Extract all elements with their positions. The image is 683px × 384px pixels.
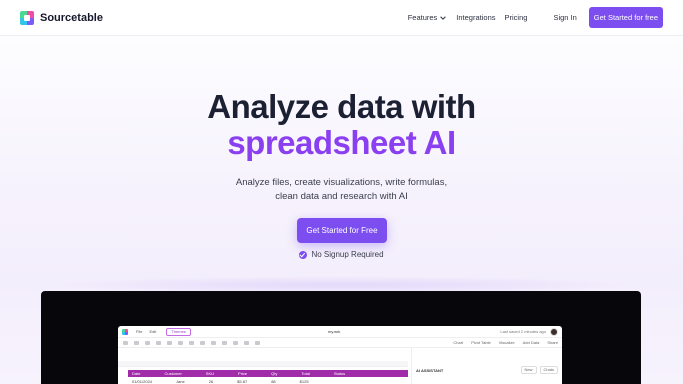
nav-links: Features Integrations Pricing Sign In Ge… bbox=[399, 7, 663, 28]
themes-button[interactable]: Themes bbox=[166, 327, 191, 336]
cell[interactable]: $5.87 bbox=[237, 379, 247, 384]
column-headers bbox=[118, 361, 408, 367]
add-data-button[interactable]: Add Data bbox=[523, 340, 540, 345]
spreadsheet-grid[interactable]: Date Customer SKU Price Qty Total Status… bbox=[118, 348, 408, 384]
doc-title: my.wrk bbox=[328, 329, 341, 334]
save-status: Last saved 2 minutes ago bbox=[500, 329, 546, 334]
app-menu-edit[interactable]: Edit bbox=[149, 329, 156, 334]
brand-logo[interactable]: Sourcetable bbox=[20, 10, 103, 25]
app-menu-file[interactable]: File bbox=[136, 329, 142, 334]
filter-icon[interactable] bbox=[255, 340, 260, 345]
borders-icon[interactable] bbox=[222, 340, 227, 345]
share-button[interactable]: Share bbox=[547, 340, 558, 345]
app-preview: File Edit Themes my.wrk Last saved 2 min… bbox=[118, 326, 562, 384]
cell[interactable]: Date bbox=[132, 371, 140, 376]
cell[interactable]: 26 bbox=[209, 379, 213, 384]
pivot-table-button[interactable]: Pivot Table bbox=[471, 340, 491, 345]
hero-subtitle-line1: Analyze files, create visualizations, wr… bbox=[235, 177, 448, 188]
sourcetable-logo-icon bbox=[20, 10, 34, 25]
cell[interactable]: $125 bbox=[300, 379, 309, 384]
cell[interactable]: Total bbox=[301, 371, 309, 376]
table-row[interactable]: 01/01/2024 Jane 26 $5.87 88 $125 bbox=[128, 378, 408, 384]
nav-get-started-button[interactable]: Get Started for free bbox=[588, 7, 663, 28]
ai-chats-button[interactable]: Chats bbox=[539, 366, 558, 374]
ai-new-button[interactable]: New bbox=[520, 366, 537, 374]
top-navigation: Sourcetable Features Integrations Pricin… bbox=[0, 0, 683, 36]
nav-item-integrations[interactable]: Integrations bbox=[456, 13, 495, 22]
cell[interactable]: Status bbox=[334, 371, 345, 376]
app-logo-icon bbox=[122, 328, 128, 335]
italic-icon[interactable] bbox=[178, 340, 183, 345]
ai-assistant-panel: AI ASSISTANT New Chats bbox=[411, 348, 562, 384]
hero-get-started-button[interactable]: Get Started for Free bbox=[297, 218, 387, 243]
hero-subtitle-line2: clean data and research with AI bbox=[275, 191, 408, 202]
undo-icon[interactable] bbox=[123, 340, 128, 345]
text-color-icon[interactable] bbox=[200, 340, 205, 345]
sign-in-link[interactable]: Sign In bbox=[553, 13, 576, 22]
percent-icon[interactable] bbox=[156, 340, 161, 345]
cell[interactable]: Price bbox=[238, 371, 247, 376]
cell[interactable]: 01/01/2024 bbox=[132, 379, 152, 384]
hero-title-line1: Analyze data with bbox=[207, 88, 476, 125]
check-circle-icon bbox=[299, 250, 308, 259]
chevron-down-icon bbox=[440, 15, 447, 20]
link-icon[interactable] bbox=[244, 340, 249, 345]
strikethrough-icon[interactable] bbox=[189, 340, 194, 345]
brand-name: Sourcetable bbox=[40, 11, 103, 24]
table-row-header[interactable]: Date Customer SKU Price Qty Total Status bbox=[128, 370, 408, 377]
no-signup-text: No Signup Required bbox=[311, 250, 384, 259]
hero-subtitle: Analyze files, create visualizations, wr… bbox=[0, 176, 683, 204]
no-signup-note: No Signup Required bbox=[0, 250, 683, 259]
ai-panel-title: AI ASSISTANT bbox=[416, 368, 444, 373]
cell[interactable]: 88 bbox=[271, 379, 275, 384]
nav-item-label: Features bbox=[407, 13, 438, 22]
bold-icon[interactable] bbox=[167, 340, 172, 345]
cell[interactable]: Customer bbox=[164, 371, 181, 376]
avatar[interactable] bbox=[550, 328, 558, 336]
align-icon[interactable] bbox=[233, 340, 238, 345]
fill-color-icon[interactable] bbox=[211, 340, 216, 345]
cell[interactable]: Qty bbox=[271, 371, 277, 376]
app-menu: File Edit bbox=[136, 329, 156, 334]
nav-item-features[interactable]: Features bbox=[408, 13, 448, 22]
ai-panel-buttons: New Chats bbox=[520, 366, 558, 374]
cell[interactable]: Jane bbox=[176, 379, 185, 384]
currency-icon[interactable] bbox=[145, 340, 150, 345]
visualize-button[interactable]: Visualize bbox=[499, 340, 515, 345]
hero-title-line2: spreadsheet AI bbox=[227, 124, 456, 161]
redo-icon[interactable] bbox=[134, 340, 139, 345]
toolbar-right: Chart Pivot Table Visualize Add Data Sha… bbox=[453, 340, 558, 345]
app-titlebar: File Edit Themes my.wrk Last saved 2 min… bbox=[118, 326, 562, 338]
chart-button[interactable]: Chart bbox=[453, 340, 463, 345]
nav-item-pricing[interactable]: Pricing bbox=[505, 13, 528, 22]
cell[interactable]: SKU bbox=[206, 371, 214, 376]
